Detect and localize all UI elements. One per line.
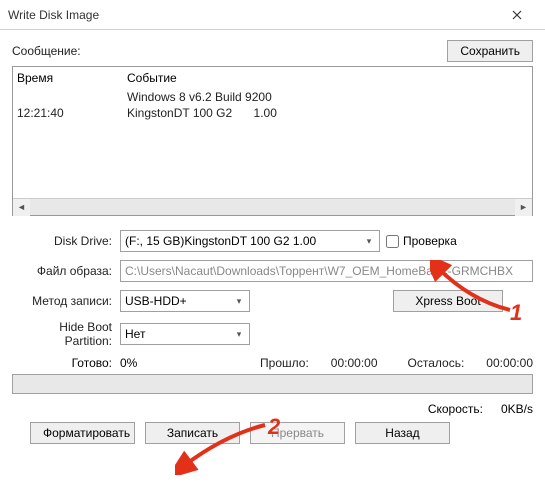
image-file-label: Файл образа:: [12, 264, 120, 278]
log-row: Windows 8 v6.2 Build 9200: [17, 89, 528, 105]
write-button[interactable]: Записать: [145, 422, 240, 444]
titlebar: Write Disk Image: [0, 0, 545, 30]
scroll-track[interactable]: [30, 199, 515, 215]
log-col-event: Событие: [127, 71, 528, 85]
messages-label: Сообщение:: [12, 44, 447, 58]
back-button[interactable]: Назад: [355, 422, 450, 444]
speed-label: Скорость:: [428, 402, 483, 416]
abort-button: Прервать: [250, 422, 345, 444]
annotation-number-2: 2: [268, 414, 280, 440]
speed-value: 0KB/s: [501, 402, 533, 416]
close-icon: [512, 10, 522, 20]
annotation-number-1: 1: [510, 300, 522, 326]
chevron-down-icon: ▾: [361, 236, 377, 247]
format-button[interactable]: Форматировать: [30, 422, 135, 444]
elapsed-value: 00:00:00: [331, 356, 378, 370]
verify-label: Проверка: [403, 234, 457, 248]
disk-drive-select[interactable]: (F:, 15 GB)KingstonDT 100 G2 1.00 ▾: [120, 230, 380, 252]
ready-label: Готово:: [12, 356, 120, 370]
log-col-time: Время: [17, 71, 127, 85]
verify-checkbox[interactable]: [386, 235, 399, 248]
scroll-right-icon[interactable]: ►: [515, 199, 532, 216]
elapsed-label: Прошло:: [260, 356, 309, 370]
close-button[interactable]: [497, 3, 537, 27]
log-box: Время Событие Windows 8 v6.2 Build 9200 …: [12, 66, 533, 216]
write-method-label: Метод записи:: [12, 294, 120, 308]
hide-boot-label: Hide Boot Partition:: [12, 320, 120, 348]
image-file-field: [120, 260, 533, 282]
progress-bar: [12, 374, 533, 394]
remain-label: Осталось:: [408, 356, 465, 370]
log-row: 12:21:40 KingstonDT 100 G2 1.00: [17, 105, 528, 121]
xpress-boot-button[interactable]: Xpress Boot: [393, 290, 503, 312]
chevron-down-icon: ▾: [231, 296, 247, 307]
save-button[interactable]: Сохранить: [447, 40, 533, 62]
horizontal-scrollbar[interactable]: ◄ ►: [13, 198, 532, 215]
write-method-select[interactable]: USB-HDD+ ▾: [120, 290, 250, 312]
chevron-down-icon: ▾: [231, 329, 247, 340]
scroll-left-icon[interactable]: ◄: [13, 199, 30, 216]
remain-value: 00:00:00: [486, 356, 533, 370]
ready-value: 0%: [120, 356, 137, 370]
verify-checkbox-wrap[interactable]: Проверка: [386, 234, 457, 248]
window-title: Write Disk Image: [8, 8, 497, 22]
hide-boot-select[interactable]: Нет ▾: [120, 323, 250, 345]
disk-drive-label: Disk Drive:: [12, 234, 120, 248]
